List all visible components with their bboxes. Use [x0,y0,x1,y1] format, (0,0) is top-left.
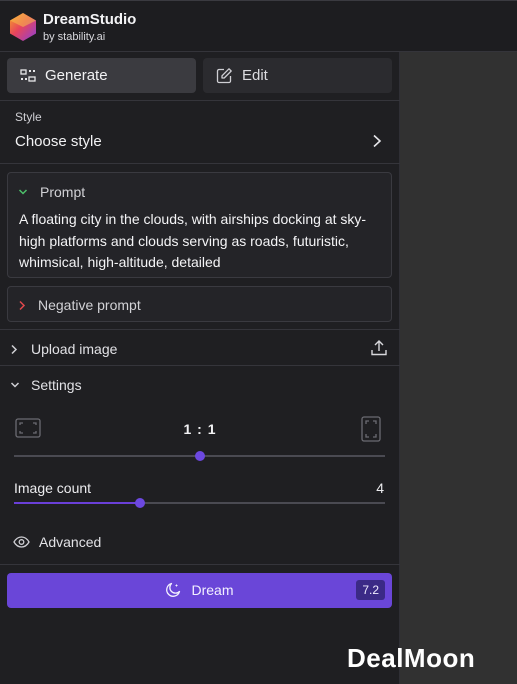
advanced-label: Advanced [39,534,102,550]
prompt-box[interactable]: Prompt A floating city in the clouds, wi… [7,172,392,278]
app-title: DreamStudio [43,11,137,28]
aspect-ratio-slider-thumb[interactable] [194,451,205,461]
prompt-label: Prompt [40,184,86,200]
upload-image-toggle[interactable]: Upload image [10,341,117,357]
settings-label: Settings [31,377,82,393]
moon-icon [166,582,181,597]
portrait-ratio-icon[interactable] [361,416,381,442]
chevron-right-icon [11,344,18,354]
prompt-header[interactable]: Prompt [18,184,85,200]
negative-prompt-box[interactable]: Negative prompt [7,286,392,322]
chevron-right-icon[interactable] [372,134,382,148]
generate-panel: Generate Edit Style Choose style Prompt … [0,52,400,684]
chevron-right-icon [19,300,26,310]
chevron-down-icon [18,189,28,195]
prompt-input[interactable]: A floating city in the clouds, with airs… [19,209,379,274]
credit-cost-badge: 7.2 [356,580,385,600]
aspect-ratio-value: 1 : 1 [183,421,217,437]
negative-prompt-label: Negative prompt [38,297,141,313]
image-count-value: 4 [376,480,384,496]
divider [0,163,400,164]
dreamstudio-logo-icon[interactable] [8,12,38,42]
tab-edit[interactable]: Edit [203,58,392,93]
tab-generate-label: Generate [45,67,108,84]
settings-toggle[interactable]: Settings [10,377,82,393]
divider [0,365,400,366]
style-value[interactable]: Choose style [15,133,102,150]
image-count-slider-fill [14,502,141,504]
dream-button[interactable]: Dream 7.2 [7,573,392,608]
style-label: Style [15,110,42,124]
tab-edit-label: Edit [242,67,268,84]
divider [0,564,400,565]
divider [0,100,400,101]
image-count-slider-thumb[interactable] [135,498,146,508]
image-count-slider[interactable] [14,498,385,508]
edit-icon [216,68,232,84]
grid-icon [20,68,36,82]
watermark: DealMoon [347,643,476,673]
eye-icon [13,536,30,548]
advanced-toggle[interactable]: Advanced [13,534,101,550]
upload-icon[interactable] [370,339,388,357]
tab-generate[interactable]: Generate [7,58,196,93]
dream-button-content: Dream [7,582,392,598]
image-canvas-area [400,52,517,684]
aspect-ratio-slider[interactable] [14,451,385,461]
app-subtitle: by stability.ai [43,31,106,43]
divider [0,329,400,330]
app-header: DreamStudio by stability.ai [0,0,517,52]
upload-image-label: Upload image [31,341,118,357]
negative-prompt-header[interactable]: Negative prompt [18,297,141,313]
chevron-down-icon [10,382,20,388]
dream-button-label: Dream [191,582,234,598]
image-count-label: Image count [14,480,92,496]
